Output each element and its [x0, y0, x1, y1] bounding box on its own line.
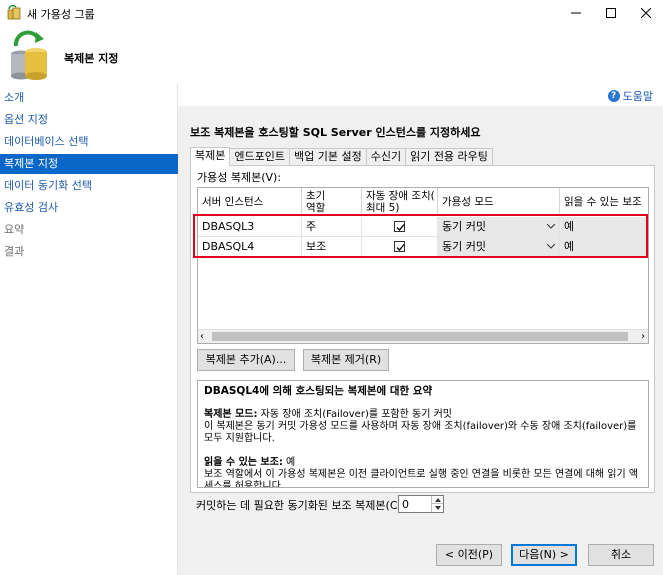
wizard-header: 복제본 지정: [0, 26, 663, 84]
tab-backup-preferences[interactable]: 백업 기본 설정: [288, 148, 367, 165]
summary-readable-desc: 보조 역할에서 이 가용성 복제본은 이전 클라이언트로 실행 중인 연결을 비…: [204, 469, 639, 488]
tab-listener[interactable]: 수신기: [365, 148, 407, 165]
chevron-down-icon[interactable]: [544, 218, 558, 235]
col-readable-secondary[interactable]: 읽을 수 있는 보조: [560, 188, 648, 216]
help-link[interactable]: ? 도움말: [607, 88, 653, 104]
help-icon: ?: [607, 90, 620, 102]
tab-strip: 복제본 엔드포인트 백업 기본 설정 수신기 읽기 전용 라우팅: [190, 147, 493, 166]
scrollbar-thumb[interactable]: [212, 332, 628, 341]
remove-replica-button[interactable]: 복제본 제거(R): [303, 349, 389, 371]
availability-mode-combo[interactable]: 동기 커밋: [438, 237, 560, 257]
checkmark-icon: [396, 224, 405, 231]
readable-secondary-combo[interactable]: 예: [560, 217, 648, 237]
title-bar: 새 가용성 그룹: [0, 0, 663, 26]
close-button[interactable]: [623, 0, 663, 26]
window-title: 새 가용성 그룹: [27, 8, 95, 21]
close-icon: [641, 8, 651, 18]
instruction-text: 보조 복제본을 호스팅할 SQL Server 인스턴스를 지정하세요: [190, 126, 481, 139]
cell-server[interactable]: DBASQL4: [198, 237, 302, 257]
help-strip: ? 도움말: [178, 84, 663, 106]
availability-mode-combo[interactable]: 동기 커밋: [438, 217, 560, 237]
app-icon: [7, 5, 21, 20]
sidebar-item-data-sync[interactable]: 데이터 동기화 선택: [0, 176, 178, 196]
grid-header: 서버 인스턴스 초기 역할 자동 장애 조치( 최대 5) 가용성 모드 읽을 …: [198, 188, 648, 216]
chevron-down-icon[interactable]: [544, 238, 558, 255]
summary-mode-value: 자동 장애 조치(Failover)를 포함한 동기 커밋: [257, 409, 452, 420]
horizontal-scrollbar[interactable]: ‹ ›: [198, 329, 648, 343]
auto-failover-checkbox[interactable]: [394, 241, 405, 252]
replica-summary: DBASQL4에 의해 호스팅되는 복제본에 대한 요약 복제본 모드: 자동 …: [197, 380, 649, 488]
tab-replicas[interactable]: 복제본: [190, 147, 231, 166]
availability-group-icon: [11, 30, 47, 80]
scroll-left-icon[interactable]: ‹: [200, 330, 204, 343]
table-row[interactable]: DBASQL3 주 동기 커밋 예: [198, 217, 648, 237]
stepper-up-icon[interactable]: [431, 496, 443, 504]
sidebar-item-replicas[interactable]: 복제본 지정: [0, 154, 178, 174]
replicas-grid: 서버 인스턴스 초기 역할 자동 장애 조치( 최대 5) 가용성 모드 읽을 …: [197, 187, 649, 344]
auto-failover-checkbox[interactable]: [394, 221, 405, 232]
next-button[interactable]: 다음(N) >: [511, 544, 577, 566]
sync-replicas-stepper[interactable]: 0: [398, 495, 444, 513]
cell-role: 보조: [302, 237, 362, 257]
sync-replicas-value[interactable]: 0: [402, 497, 409, 512]
col-initial-role[interactable]: 초기 역할: [302, 188, 362, 216]
stepper-down-icon[interactable]: [431, 504, 443, 512]
scroll-right-icon[interactable]: ›: [641, 330, 645, 343]
sidebar-item-label: 데이터 동기화 선택: [4, 179, 92, 192]
sidebar-item-label: 복제본 지정: [4, 157, 59, 170]
tab-read-only-routing[interactable]: 읽기 전용 라우팅: [405, 148, 493, 165]
sidebar-item-label: 요약: [4, 223, 25, 236]
help-label: 도움말: [622, 90, 653, 103]
col-server-instance[interactable]: 서버 인스턴스: [198, 188, 302, 216]
readable-secondary-combo[interactable]: 예: [560, 237, 648, 257]
sidebar-item-results: 결과: [0, 242, 178, 262]
sidebar-item-summary: 요약: [0, 220, 178, 240]
summary-mode-desc: 이 복제본은 동기 커밋 가용성 모드를 사용하며 자동 장애 조치(failo…: [204, 421, 637, 444]
summary-readable-label: 읽을 수 있는 보조:: [204, 457, 283, 468]
col-auto-failover[interactable]: 자동 장애 조치( 최대 5): [362, 188, 438, 216]
sidebar-item-label: 옵션 지정: [4, 113, 48, 126]
cell-auto-failover: [362, 237, 438, 257]
sidebar-item-validation[interactable]: 유효성 검사: [0, 198, 178, 218]
cell-server[interactable]: DBASQL3: [198, 217, 302, 237]
maximize-icon: [606, 8, 616, 18]
summary-readable-value: 예: [282, 457, 296, 468]
page-title: 복제본 지정: [64, 52, 119, 65]
sidebar-item-databases[interactable]: 데이터베이스 선택: [0, 132, 178, 152]
availability-mode-value: 동기 커밋: [442, 220, 486, 233]
replicas-tab-panel: 가용성 복제본(V): 서버 인스턴스 초기 역할 자동 장애 조치( 최대 5…: [190, 165, 655, 493]
col-availability-mode[interactable]: 가용성 모드: [438, 188, 560, 216]
sidebar-item-label: 결과: [4, 245, 25, 258]
readable-secondary-value: 예: [564, 220, 575, 233]
sync-replicas-label: 커밋하는 데 필요한 동기화된 보조 복제본(C): [196, 499, 402, 512]
sidebar-item-label: 유효성 검사: [4, 201, 59, 214]
add-replica-button[interactable]: 복제본 추가(A)...: [197, 349, 295, 371]
prev-button[interactable]: < 이전(P): [436, 544, 502, 566]
checkmark-icon: [396, 244, 405, 251]
sidebar-item-label: 소개: [4, 91, 25, 104]
sidebar-item-label: 데이터베이스 선택: [4, 135, 89, 148]
minimize-icon: [571, 12, 581, 14]
availability-mode-value: 동기 커밋: [442, 240, 486, 253]
cell-role: 주: [302, 217, 362, 237]
sidebar-item-options[interactable]: 옵션 지정: [0, 110, 178, 130]
cell-auto-failover: [362, 217, 438, 237]
tab-endpoints[interactable]: 엔드포인트: [229, 148, 290, 165]
summary-mode-label: 복제본 모드:: [204, 409, 258, 420]
summary-title: DBASQL4에 의해 호스팅되는 복제본에 대한 요약: [204, 385, 433, 397]
sidebar-item-intro[interactable]: 소개: [0, 88, 178, 108]
replicas-group-label: 가용성 복제본(V):: [197, 171, 282, 184]
readable-secondary-value: 예: [564, 240, 575, 253]
main-panel: ? 도움말 보조 복제본을 호스팅할 SQL Server 인스턴스를 지정하세…: [178, 84, 663, 575]
wizard-sidebar: 소개 옵션 지정 데이터베이스 선택 복제본 지정 데이터 동기화 선택 유효성…: [0, 84, 178, 575]
cancel-button[interactable]: 취소: [588, 544, 654, 566]
table-row[interactable]: DBASQL4 보조 동기 커밋 예: [198, 237, 648, 257]
